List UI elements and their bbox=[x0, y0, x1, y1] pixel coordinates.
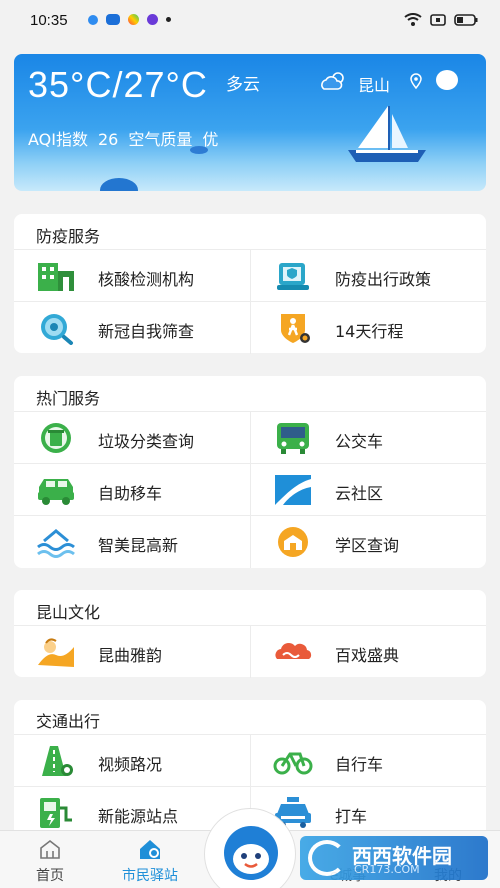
status-time: 10:35 bbox=[30, 12, 68, 29]
service-item[interactable]: 智美昆高新 bbox=[14, 516, 250, 568]
service-item[interactable]: 昆曲雅韵 bbox=[14, 626, 250, 678]
service-label: 防疫出行政策 bbox=[335, 270, 432, 289]
section-title: 昆山文化 bbox=[36, 603, 101, 622]
service-label: 学区查询 bbox=[335, 536, 400, 555]
service-label: 百戏盛典 bbox=[335, 646, 400, 665]
tab-home-label: 首页 bbox=[36, 868, 64, 884]
service-item[interactable]: 14天行程 bbox=[250, 302, 486, 354]
service-item[interactable]: 自行车 bbox=[250, 735, 486, 787]
service-item[interactable]: 核酸检测机构 bbox=[14, 250, 250, 302]
notification-icons bbox=[88, 14, 171, 25]
policy-scroll-icon bbox=[277, 263, 309, 290]
car-icon bbox=[38, 479, 74, 505]
tab-citizen-station[interactable]: 市民驿站 bbox=[110, 831, 190, 888]
service-item[interactable]: 百戏盛典 bbox=[250, 626, 486, 678]
home-icon bbox=[40, 839, 60, 859]
service-item[interactable]: 视频路况 bbox=[14, 735, 250, 787]
temperature-range: 35°C/27°C bbox=[28, 64, 208, 105]
section-title: 防疫服务 bbox=[36, 227, 101, 246]
sailboat-illustration bbox=[348, 106, 426, 162]
location-pin-icon[interactable] bbox=[410, 73, 422, 89]
service-label: 新冠自我筛查 bbox=[98, 322, 195, 341]
status-bar: 10:35 bbox=[0, 0, 500, 40]
city-name[interactable]: 昆山 bbox=[358, 72, 390, 96]
service-label: 垃圾分类查询 bbox=[98, 432, 195, 451]
center-action-button[interactable] bbox=[204, 808, 296, 888]
tab-home[interactable]: 首页 bbox=[10, 831, 90, 888]
service-label: 自行车 bbox=[335, 755, 384, 774]
service-item[interactable]: 新冠自我筛查 bbox=[14, 302, 250, 354]
air-quality-label: 空气质量 bbox=[128, 130, 193, 149]
cloud-community-icon bbox=[275, 475, 311, 505]
popular-services-card: 热门服务 垃圾分类查询 公交车 自助移车 云社区 智美昆高新 学区查询 bbox=[14, 376, 486, 568]
buoy-decoration bbox=[190, 146, 208, 154]
section-title: 交通出行 bbox=[36, 712, 101, 731]
service-label: 核酸检测机构 bbox=[98, 270, 195, 289]
service-item[interactable]: 公交车 bbox=[250, 412, 486, 464]
aqi-label: AQI指数 bbox=[28, 130, 88, 149]
service-label: 视频路况 bbox=[98, 755, 163, 774]
bicycle-icon bbox=[273, 752, 313, 775]
service-item[interactable]: 自助移车 bbox=[14, 464, 250, 516]
buoy-decoration bbox=[100, 178, 138, 191]
service-item[interactable]: 垃圾分类查询 bbox=[14, 412, 250, 464]
circle-notification-icon bbox=[147, 14, 158, 25]
service-item[interactable]: 云社区 bbox=[250, 464, 486, 516]
building-icon bbox=[38, 263, 74, 291]
service-label: 昆曲雅韵 bbox=[98, 646, 163, 665]
wifi-icon bbox=[404, 13, 422, 26]
station-icon bbox=[140, 840, 160, 859]
service-label: 新能源站点 bbox=[98, 807, 179, 826]
charging-station-icon bbox=[40, 798, 72, 828]
service-label: 自助移车 bbox=[98, 484, 163, 503]
road-camera-icon bbox=[42, 746, 73, 776]
cloud-pattern-icon bbox=[275, 642, 312, 659]
service-label: 打车 bbox=[335, 807, 368, 826]
epidemic-services-card: 防疫服务 核酸检测机构 防疫出行政策 新冠自我筛查 14天行程 bbox=[14, 214, 486, 354]
service-label: 智美昆高新 bbox=[98, 536, 179, 555]
service-item[interactable]: 防疫出行政策 bbox=[250, 250, 486, 302]
section-title: 热门服务 bbox=[36, 389, 101, 408]
weather-condition: 多云 bbox=[226, 75, 260, 95]
sim-icon bbox=[430, 14, 446, 26]
recycle-bin-icon bbox=[41, 423, 71, 453]
service-label: 14天行程 bbox=[335, 322, 404, 341]
weather-banner[interactable]: 35°C/27°C 多云 昆山 AQI指数 26 空气质量优 bbox=[14, 54, 486, 191]
aqi-value: 26 bbox=[97, 130, 119, 149]
service-label: 公交车 bbox=[335, 432, 384, 451]
more-notification-icon bbox=[166, 17, 171, 22]
moon-icon bbox=[436, 70, 458, 90]
kunshan-culture-card: 昆山文化 昆曲雅韵 百戏盛典 bbox=[14, 590, 486, 678]
service-label: 云社区 bbox=[335, 484, 384, 503]
bus-icon bbox=[277, 423, 309, 454]
mascot-face-icon bbox=[224, 826, 278, 880]
tab-station-label: 市民驿站 bbox=[122, 868, 178, 884]
watermark-logo-mark bbox=[308, 840, 346, 876]
travel-shield-icon bbox=[281, 314, 310, 343]
cloudy-sun-icon bbox=[321, 72, 344, 90]
battery-icon bbox=[454, 14, 478, 26]
opera-icon bbox=[38, 638, 74, 667]
system-icons bbox=[404, 13, 478, 27]
watermark-sub: CR173.COM bbox=[354, 863, 420, 876]
play-notification-icon bbox=[128, 14, 139, 25]
chat-notification-icon bbox=[106, 14, 120, 25]
app-notification-icon bbox=[88, 14, 98, 25]
school-icon bbox=[278, 527, 308, 557]
virus-magnifier-icon bbox=[41, 314, 73, 345]
service-item[interactable]: 学区查询 bbox=[250, 516, 486, 568]
house-wave-icon bbox=[37, 529, 75, 558]
watermark-logo: 西西软件园 CR173.COM bbox=[300, 836, 488, 880]
